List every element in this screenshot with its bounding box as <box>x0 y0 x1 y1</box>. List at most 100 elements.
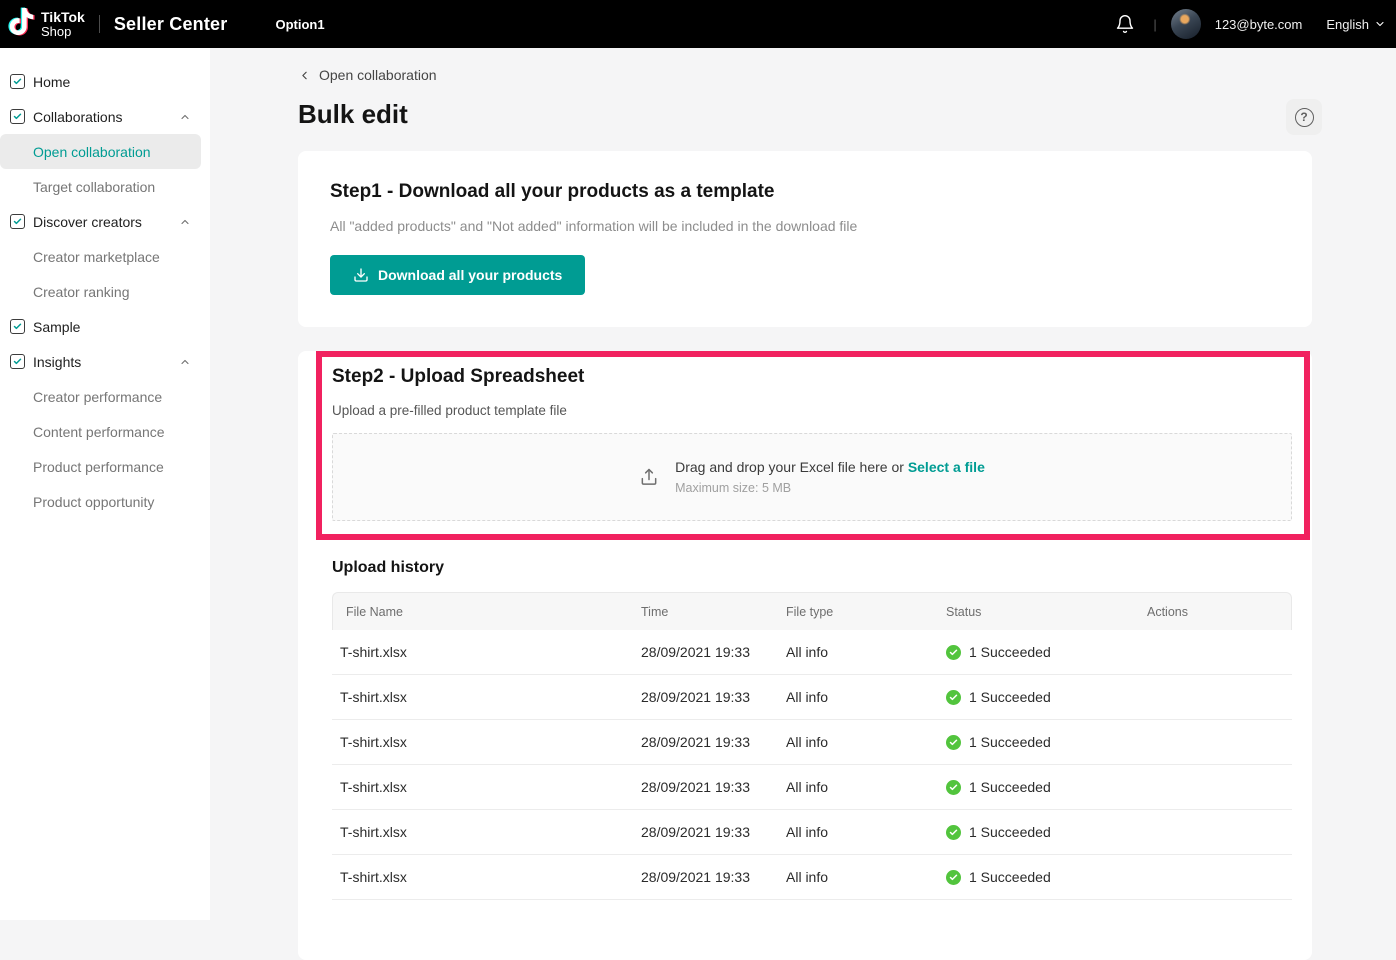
language-selector[interactable]: English <box>1326 17 1386 32</box>
sidebar-item-open-collaboration[interactable]: Open collaboration <box>0 134 201 169</box>
cell-file-name: T-shirt.xlsx <box>332 855 628 900</box>
success-check-icon <box>946 870 961 885</box>
user-avatar[interactable] <box>1171 9 1201 39</box>
status-text: 1 Succeeded <box>969 734 1051 750</box>
sidebar-item-creator-marketplace[interactable]: Creator marketplace <box>0 239 210 274</box>
step1-card: Step1 - Download all your products as a … <box>298 151 1312 327</box>
help-button[interactable]: ? <box>1286 99 1322 135</box>
cell-status: 1 Succeeded <box>933 855 1134 900</box>
language-label: English <box>1326 17 1369 32</box>
step1-title: Step1 - Download all your products as a … <box>330 181 1280 203</box>
sidebar-item-label: Creator performance <box>33 389 162 405</box>
sidebar-item-collaborations[interactable]: Collaborations <box>0 99 210 134</box>
dropzone-text: Drag and drop your Excel file here or <box>675 459 904 475</box>
shop-name[interactable]: Option1 <box>275 17 324 32</box>
cell-actions <box>1134 675 1292 720</box>
question-mark-icon: ? <box>1295 108 1314 127</box>
table-row: T-shirt.xlsx 28/09/2021 19:33 All info 1… <box>332 720 1292 765</box>
tiktok-shop-logo[interactable]: TikTok Shop <box>8 6 85 42</box>
cell-file-type: All info <box>773 630 933 675</box>
upload-history-table: File Name Time File type Status Actions … <box>332 592 1292 900</box>
sidebar-item-sample[interactable]: Sample <box>0 309 210 344</box>
product-name: Seller Center <box>114 14 228 35</box>
cell-actions <box>1134 765 1292 810</box>
chevron-up-icon <box>179 356 191 368</box>
collaborations-icon <box>10 109 25 124</box>
chevron-up-icon <box>179 111 191 123</box>
sidebar-item-target-collaboration[interactable]: Target collaboration <box>0 169 210 204</box>
status-text: 1 Succeeded <box>969 689 1051 705</box>
cell-time: 28/09/2021 19:33 <box>628 855 773 900</box>
insights-icon <box>10 354 25 369</box>
sidebar-item-insights[interactable]: Insights <box>0 344 210 379</box>
sample-icon <box>10 319 25 334</box>
cell-file-name: T-shirt.xlsx <box>332 675 628 720</box>
select-file-link[interactable]: Select a file <box>908 459 985 475</box>
cell-status: 1 Succeeded <box>933 630 1134 675</box>
success-check-icon <box>946 780 961 795</box>
sidebar-item-creator-ranking[interactable]: Creator ranking <box>0 274 210 309</box>
sidebar-item-product-performance[interactable]: Product performance <box>0 449 210 484</box>
header-separator: | <box>1153 17 1156 32</box>
step1-description: All "added products" and "Not added" inf… <box>330 218 1280 234</box>
cell-actions <box>1134 720 1292 765</box>
status-text: 1 Succeeded <box>969 824 1051 840</box>
table-header-row: File Name Time File type Status Actions <box>332 592 1292 630</box>
success-check-icon <box>946 645 961 660</box>
cell-file-type: All info <box>773 675 933 720</box>
discover-creators-icon <box>10 214 25 229</box>
sidebar-item-label: Collaborations <box>33 109 123 125</box>
sidebar-item-discover-creators[interactable]: Discover creators <box>0 204 210 239</box>
sidebar-item-product-opportunity[interactable]: Product opportunity <box>0 484 210 519</box>
cell-file-type: All info <box>773 765 933 810</box>
cell-time: 28/09/2021 19:33 <box>628 765 773 810</box>
file-dropzone[interactable]: Drag and drop your Excel file here or Se… <box>332 433 1292 521</box>
dropzone-hint: Maximum size: 5 MB <box>675 481 985 495</box>
cell-file-name: T-shirt.xlsx <box>332 630 628 675</box>
cell-status: 1 Succeeded <box>933 765 1134 810</box>
header-divider <box>99 15 100 33</box>
cell-actions <box>1134 630 1292 675</box>
cell-time: 28/09/2021 19:33 <box>628 720 773 765</box>
sidebar-item-label: Content performance <box>33 424 165 440</box>
download-icon <box>353 267 369 283</box>
sidebar-item-label: Insights <box>33 354 81 370</box>
account-email[interactable]: 123@byte.com <box>1215 17 1303 32</box>
logo-wordmark: TikTok Shop <box>41 10 85 38</box>
top-header-bar: TikTok Shop Seller Center Option1 | 123@… <box>0 0 1396 48</box>
table-row: T-shirt.xlsx 28/09/2021 19:33 All info 1… <box>332 810 1292 855</box>
status-text: 1 Succeeded <box>969 644 1051 660</box>
step2-card: Step2 - Upload Spreadsheet Upload a pre-… <box>298 351 1312 960</box>
table-row: T-shirt.xlsx 28/09/2021 19:33 All info 1… <box>332 675 1292 720</box>
step2-title: Step2 - Upload Spreadsheet <box>332 366 1292 388</box>
cell-status: 1 Succeeded <box>933 675 1134 720</box>
sidebar-item-content-performance[interactable]: Content performance <box>0 414 210 449</box>
cell-file-type: All info <box>773 810 933 855</box>
sidebar-nav: Home Collaborations Open collaboration T… <box>0 48 210 920</box>
sidebar-item-label: Product performance <box>33 459 164 475</box>
page-title: Bulk edit <box>298 99 408 130</box>
step2-highlight-annotation: Step2 - Upload Spreadsheet Upload a pre-… <box>316 351 1310 540</box>
status-text: 1 Succeeded <box>969 779 1051 795</box>
upload-history-section: Upload history File Name Time File type … <box>298 540 1312 900</box>
home-icon <box>10 74 25 89</box>
cell-file-type: All info <box>773 720 933 765</box>
breadcrumb-label: Open collaboration <box>319 67 437 83</box>
column-header-file-type: File type <box>773 592 933 630</box>
sidebar-item-label: Home <box>33 74 70 90</box>
cell-file-type: All info <box>773 855 933 900</box>
sidebar-item-home[interactable]: Home <box>0 64 210 99</box>
main-content: Open collaboration Bulk edit ? Step1 - D… <box>210 48 1396 920</box>
upload-icon <box>639 467 659 487</box>
column-header-file-name: File Name <box>332 592 628 630</box>
breadcrumb-back-link[interactable]: Open collaboration <box>298 67 437 83</box>
chevron-up-icon <box>179 216 191 228</box>
cell-time: 28/09/2021 19:33 <box>628 810 773 855</box>
download-all-products-button[interactable]: Download all your products <box>330 255 585 295</box>
sidebar-item-label: Sample <box>33 319 80 335</box>
table-row: T-shirt.xlsx 28/09/2021 19:33 All info 1… <box>332 630 1292 675</box>
success-check-icon <box>946 690 961 705</box>
sidebar-item-creator-performance[interactable]: Creator performance <box>0 379 210 414</box>
notifications-bell-icon[interactable] <box>1111 10 1139 38</box>
sidebar-item-label: Open collaboration <box>33 144 151 160</box>
